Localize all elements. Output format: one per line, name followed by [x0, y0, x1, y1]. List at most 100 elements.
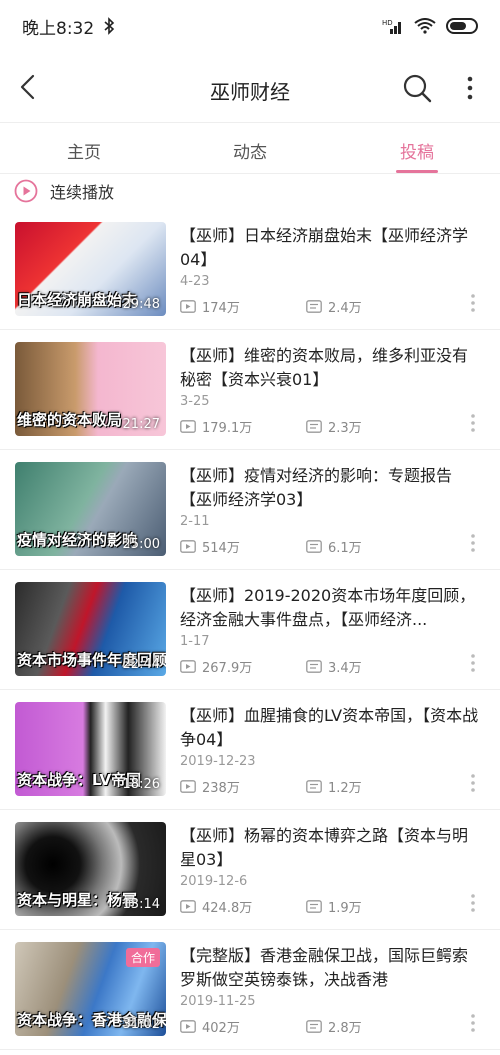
signal-icon: HD [382, 19, 401, 34]
item-more-icon[interactable] [468, 532, 478, 554]
video-date: 1-17 [180, 634, 210, 649]
view-count-value: 267.9万 [202, 661, 253, 676]
danmaku-icon [306, 420, 322, 433]
item-more-icon[interactable] [468, 772, 478, 794]
channel-tabs: 主页 动态 投稿 [0, 122, 500, 174]
danmaku-icon [306, 1020, 322, 1033]
video-date: 2-11 [180, 514, 210, 529]
video-duration: 25:00 [122, 537, 160, 552]
video-thumbnail[interactable]: 资本市场事件年度回顾 22:44 [15, 582, 166, 676]
play-count-icon [180, 540, 196, 553]
video-thumbnail[interactable]: 疫情对经济的影响 25:00 [15, 462, 166, 556]
danmaku-icon [306, 660, 322, 673]
view-count-value: 179.1万 [202, 421, 253, 436]
video-item[interactable]: 资本与明星：杨幂 13:14 【巫师】杨幂的资本博弈之路【资本与明星03】 20… [0, 810, 500, 930]
thumbnail-caption: 日本经济崩盘始末 [17, 291, 138, 309]
view-count-value: 174万 [202, 301, 240, 316]
item-more-icon[interactable] [468, 292, 478, 314]
video-title[interactable]: 【完整版】香港金融保卫战，国际巨鳄索罗斯做空英镑泰铢，决战香港 [180, 944, 480, 992]
comment-count: 1.2万 [306, 777, 362, 796]
video-thumbnail[interactable]: 维密的资本败局 21:27 [15, 342, 166, 436]
video-title[interactable]: 【巫师】2019-2020资本市场年度回顾，经济金融大事件盘点，【巫师经济... [180, 584, 480, 632]
item-more-icon[interactable] [468, 652, 478, 674]
comment-count-value: 2.3万 [328, 421, 362, 436]
tab-uploads[interactable]: 投稿 [357, 123, 477, 175]
video-item[interactable]: 资本战争：LV帝国 18:26 【巫师】血腥捕食的LV资本帝国，【资本战争04】… [0, 690, 500, 810]
video-thumbnail[interactable]: 资本与明星：杨幂 13:14 [15, 822, 166, 916]
status-time: 晚上8:32 [22, 18, 95, 39]
item-more-icon[interactable] [468, 892, 478, 914]
danmaku-icon [306, 780, 322, 793]
play-count-icon [180, 780, 196, 793]
video-date: 2019-12-23 [180, 754, 256, 769]
play-count-icon [180, 660, 196, 673]
tab-activity[interactable]: 动态 [190, 123, 310, 175]
video-date: 2019-12-6 [180, 874, 248, 889]
thumbnail-caption: 维密的资本败局 [17, 411, 123, 429]
comment-count: 3.4万 [306, 657, 362, 676]
comment-count: 2.3万 [306, 417, 362, 436]
video-item[interactable]: 疫情对经济的影响 25:00 【巫师】疫情对经济的影响：专题报告【巫师经济学03… [0, 450, 500, 570]
item-more-icon[interactable] [468, 412, 478, 434]
tab-home[interactable]: 主页 [24, 123, 144, 175]
view-count: 424.8万 [180, 897, 252, 916]
video-duration: 29:48 [122, 297, 160, 312]
play-count-icon [180, 900, 196, 913]
video-item[interactable]: 资本市场事件年度回顾 22:44 【巫师】2019-2020资本市场年度回顾，经… [0, 570, 500, 690]
view-count: 179.1万 [180, 417, 252, 436]
battery-level [450, 22, 466, 30]
video-item[interactable]: 日本经济崩盘始末 29:48 【巫师】日本经济崩盘始末【巫师经济学04】 4-2… [0, 210, 500, 330]
video-item[interactable]: 合作 资本战争：香港金融保卫战 31:02 【完整版】香港金融保卫战，国际巨鳄索… [0, 930, 500, 1050]
video-duration: 13:14 [122, 897, 160, 912]
search-icon[interactable] [401, 72, 433, 104]
video-title[interactable]: 【巫师】维密的资本败局，维多利亚没有秘密【资本兴衰01】 [180, 344, 480, 392]
play-count-icon [180, 420, 196, 433]
bluetooth-icon [104, 17, 115, 35]
continuous-play-button[interactable]: 连续播放 [14, 176, 114, 206]
video-title[interactable]: 【巫师】血腥捕食的LV资本帝国，【资本战争04】 [180, 704, 480, 752]
top-navbar: 巫师财经 [0, 52, 500, 122]
video-duration: 21:27 [122, 417, 160, 432]
thumbnail-caption: 疫情对经济的影响 [17, 531, 138, 549]
view-count-value: 238万 [202, 781, 240, 796]
play-count-icon [180, 1020, 196, 1033]
video-date: 2019-11-25 [180, 994, 256, 1009]
view-count: 174万 [180, 297, 240, 316]
view-count: 402万 [180, 1017, 240, 1036]
collab-badge: 合作 [125, 948, 160, 967]
comment-count: 2.8万 [306, 1017, 362, 1036]
comment-count-value: 1.2万 [328, 781, 362, 796]
video-thumbnail[interactable]: 日本经济崩盘始末 29:48 [15, 222, 166, 316]
video-list: 日本经济崩盘始末 29:48 【巫师】日本经济崩盘始末【巫师经济学04】 4-2… [0, 210, 500, 1050]
svg-text:HD: HD [382, 19, 393, 27]
continuous-play-label: 连续播放 [50, 183, 115, 202]
video-date: 4-23 [180, 274, 210, 289]
status-bar: 晚上8:32 HD [0, 0, 500, 52]
battery-icon [446, 18, 478, 34]
comment-count-value: 1.9万 [328, 901, 362, 916]
comment-count-value: 2.8万 [328, 1021, 362, 1036]
view-count: 238万 [180, 777, 240, 796]
more-options-icon[interactable] [460, 72, 480, 104]
video-duration: 31:02 [122, 1017, 160, 1032]
view-count-value: 402万 [202, 1021, 240, 1036]
view-count: 267.9万 [180, 657, 252, 676]
danmaku-icon [306, 540, 322, 553]
comment-count-value: 6.1万 [328, 541, 362, 556]
video-duration: 22:44 [122, 657, 160, 672]
play-count-icon [180, 300, 196, 313]
video-title[interactable]: 【巫师】日本经济崩盘始末【巫师经济学04】 [180, 224, 480, 272]
view-count: 514万 [180, 537, 240, 556]
comment-count-value: 2.4万 [328, 301, 362, 316]
item-more-icon[interactable] [468, 1012, 478, 1034]
video-date: 3-25 [180, 394, 210, 409]
video-thumbnail[interactable]: 合作 资本战争：香港金融保卫战 31:02 [15, 942, 166, 1036]
video-thumbnail[interactable]: 资本战争：LV帝国 18:26 [15, 702, 166, 796]
view-count-value: 514万 [202, 541, 240, 556]
thumbnail-caption: 资本与明星：杨幂 [17, 891, 138, 909]
wifi-icon [414, 18, 436, 34]
video-title[interactable]: 【巫师】疫情对经济的影响：专题报告【巫师经济学03】 [180, 464, 480, 512]
video-title[interactable]: 【巫师】杨幂的资本博弈之路【资本与明星03】 [180, 824, 480, 872]
video-item[interactable]: 维密的资本败局 21:27 【巫师】维密的资本败局，维多利亚没有秘密【资本兴衰0… [0, 330, 500, 450]
danmaku-icon [306, 900, 322, 913]
